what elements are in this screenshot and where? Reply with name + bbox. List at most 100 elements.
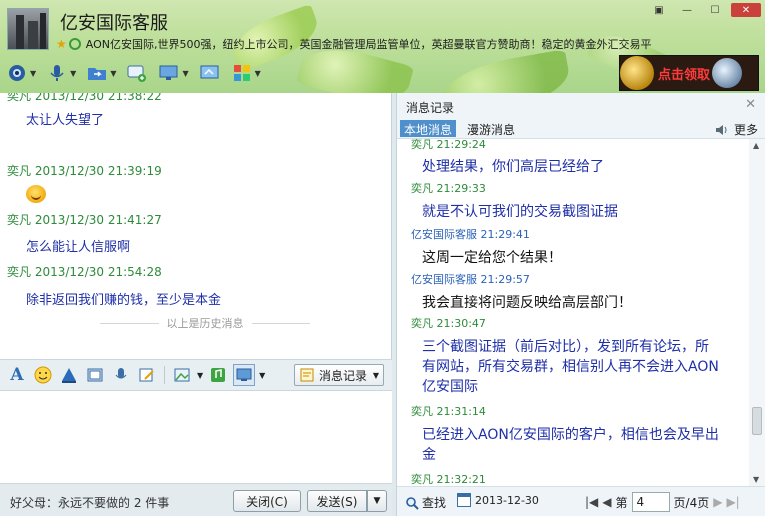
- message-record-icon: [300, 368, 314, 382]
- video-camera-icon: [6, 63, 28, 83]
- message-header: 奕凡 2013/12/30 21:41:27: [7, 213, 162, 227]
- qzone-icon[interactable]: [68, 38, 81, 50]
- prev-page-icon[interactable]: ◀: [602, 495, 611, 509]
- format-toolbar: A ▼ ▼ 消息记录 ▼: [0, 359, 392, 391]
- smiley-icon: [34, 366, 52, 384]
- chevron-down-icon[interactable]: ▼: [30, 69, 36, 78]
- history-entry-header: 奕凡 21:29:24: [411, 139, 486, 151]
- apps-icon: [231, 63, 253, 83]
- remote-desktop-button[interactable]: ▼: [156, 61, 190, 85]
- message-history-panel: 消息记录 ✕ 本地消息 漫游消息 更多 奕凡 21:29:24 处理结果，你们高…: [396, 93, 765, 516]
- folder-icon: [86, 63, 108, 83]
- send-options-button[interactable]: ▼: [367, 490, 387, 512]
- chevron-down-icon: ▼: [372, 370, 379, 380]
- search-icon: [406, 496, 419, 510]
- history-entry-header: 奕凡 21:30:47: [411, 317, 486, 330]
- video-call-button[interactable]: ▼: [4, 61, 38, 85]
- voice-message-button[interactable]: [110, 364, 132, 386]
- history-separator: 以上是历史消息: [100, 315, 310, 331]
- chevron-down-icon[interactable]: ▼: [70, 69, 76, 78]
- avatar[interactable]: [7, 8, 49, 50]
- tab-roaming-messages[interactable]: 漫游消息: [463, 120, 519, 137]
- history-scrollbar[interactable]: ▲ ▼: [749, 139, 765, 486]
- share-screen-button[interactable]: [197, 61, 223, 85]
- doodle-button[interactable]: [136, 364, 158, 386]
- history-entry-header: 奕凡 21:32:21: [411, 473, 486, 486]
- chevron-down-icon[interactable]: ▼: [110, 69, 116, 78]
- decor-leaf: [436, 49, 574, 93]
- close-history-button[interactable]: ✕: [745, 97, 756, 112]
- magic-expression-button[interactable]: [84, 364, 106, 386]
- music-icon: [211, 368, 226, 382]
- speaker-icon: [715, 124, 727, 135]
- scroll-up-icon[interactable]: ▲: [753, 141, 759, 150]
- sms-button[interactable]: [124, 61, 150, 85]
- voice-call-button[interactable]: ▼: [44, 61, 78, 85]
- history-entry-header: 亿安国际客服 21:29:41: [411, 228, 530, 241]
- history-entry-text: 已经进入AON亿安国际的客户，相信也会及早出金: [422, 427, 719, 463]
- first-page-icon[interactable]: |◀: [585, 495, 598, 509]
- chat-message-area[interactable]: 奕凡 2013/12/30 21:38:22 太让人失望了 奕凡 2013/12…: [0, 93, 392, 359]
- file-transfer-button[interactable]: ▼: [84, 61, 118, 85]
- promo-banner[interactable]: 点击领取: [619, 55, 759, 91]
- skin-button[interactable]: ▣: [647, 3, 671, 17]
- send-button[interactable]: 发送(S): [307, 490, 367, 512]
- font-button[interactable]: A: [6, 364, 28, 386]
- emoji-button[interactable]: [32, 364, 54, 386]
- sms-icon: [126, 63, 148, 83]
- message-input[interactable]: [0, 391, 392, 483]
- history-tabs: 本地消息 漫游消息 更多: [397, 117, 765, 139]
- pencil-icon: [139, 368, 154, 382]
- close-button[interactable]: 关闭(C): [233, 490, 301, 512]
- message-text: 太让人失望了: [26, 113, 105, 128]
- history-message-list[interactable]: 奕凡 21:29:24 处理结果，你们高层已经给了 奕凡 21:29:33 就是…: [397, 139, 749, 486]
- last-page-icon[interactable]: ▶|: [726, 495, 739, 509]
- scroll-down-icon[interactable]: ▼: [753, 475, 759, 484]
- close-window-button[interactable]: ✕: [731, 3, 761, 17]
- history-entry-text: 处理结果，你们高层已经给了: [422, 159, 604, 175]
- status-signature[interactable]: 好父母：永远不要做的 2 件事: [10, 494, 169, 511]
- page-suffix: 页/4页: [673, 495, 710, 510]
- next-page-icon[interactable]: ▶: [713, 495, 722, 509]
- screenshot-button[interactable]: [233, 364, 256, 386]
- apps-button[interactable]: ▼: [229, 61, 263, 85]
- bottom-bar: 好父母：永远不要做的 2 件事 关闭(C) 发送(S) ▼: [0, 483, 392, 516]
- music-button[interactable]: [207, 364, 229, 386]
- history-footer: 查找 2013-12-30 |◀ ◀ 第 4 页/4页 ▶ ▶|: [397, 486, 765, 516]
- laughing-emoji-icon: [26, 185, 46, 203]
- pagination: |◀ ◀ 第 4 页/4页 ▶ ▶|: [585, 492, 740, 512]
- promo-text: 点击领取: [658, 67, 711, 83]
- chevron-down-icon[interactable]: ▼: [182, 69, 188, 78]
- send-image-button[interactable]: [171, 364, 193, 386]
- screenshot-icon: [236, 368, 252, 381]
- scrollbar-thumb[interactable]: [752, 407, 762, 435]
- message-header: 奕凡 2013/12/30 21:39:19: [7, 164, 162, 178]
- history-entry-header: 奕凡 21:31:14: [411, 405, 486, 418]
- history-entry-header: 奕凡 21:29:33: [411, 182, 486, 195]
- microphone-icon: [46, 63, 68, 83]
- shake-button[interactable]: [58, 364, 80, 386]
- maximize-button[interactable]: ☐: [703, 3, 727, 17]
- tab-local-messages[interactable]: 本地消息: [400, 120, 457, 137]
- message-text: 除非返回我们赚的钱，至少是本金: [26, 293, 222, 308]
- message-text: 怎么能让人信服啊: [26, 240, 131, 255]
- date-picker[interactable]: 2013-12-30: [457, 493, 539, 507]
- message-header: 奕凡 2013/12/30 21:54:28: [7, 265, 162, 279]
- film-icon: [87, 368, 103, 382]
- title-bar: 亿安国际客服 ★ AON亿安国际,世界500强，纽约上市公司，英国金融管理局监管…: [0, 0, 765, 93]
- history-entry-text: 我会直接将问题反映给高层部门！: [422, 295, 632, 311]
- message-record-button[interactable]: 消息记录 ▼: [294, 364, 384, 386]
- calendar-icon: [457, 493, 471, 507]
- gold-ring-icon: [620, 56, 654, 90]
- minimize-button[interactable]: —: [675, 3, 699, 17]
- star-icon[interactable]: ★: [56, 37, 67, 51]
- chevron-down-icon[interactable]: ▼: [255, 69, 261, 78]
- find-button[interactable]: 查找: [405, 494, 446, 511]
- more-button[interactable]: 更多: [714, 121, 758, 138]
- contact-signature: AON亿安国际,世界500强，纽约上市公司，英国金融管理局监管单位，英超曼联官方…: [85, 38, 652, 51]
- chevron-down-icon[interactable]: ▼: [197, 371, 203, 380]
- history-entry-text: 三个截图证据（前后对比），发到所有论坛，所有网站，所有交易群，相信别人再不会进入…: [422, 339, 719, 395]
- page-number-input[interactable]: 4: [631, 492, 670, 512]
- voice-icon: [115, 368, 127, 379]
- chevron-down-icon[interactable]: ▼: [259, 371, 265, 380]
